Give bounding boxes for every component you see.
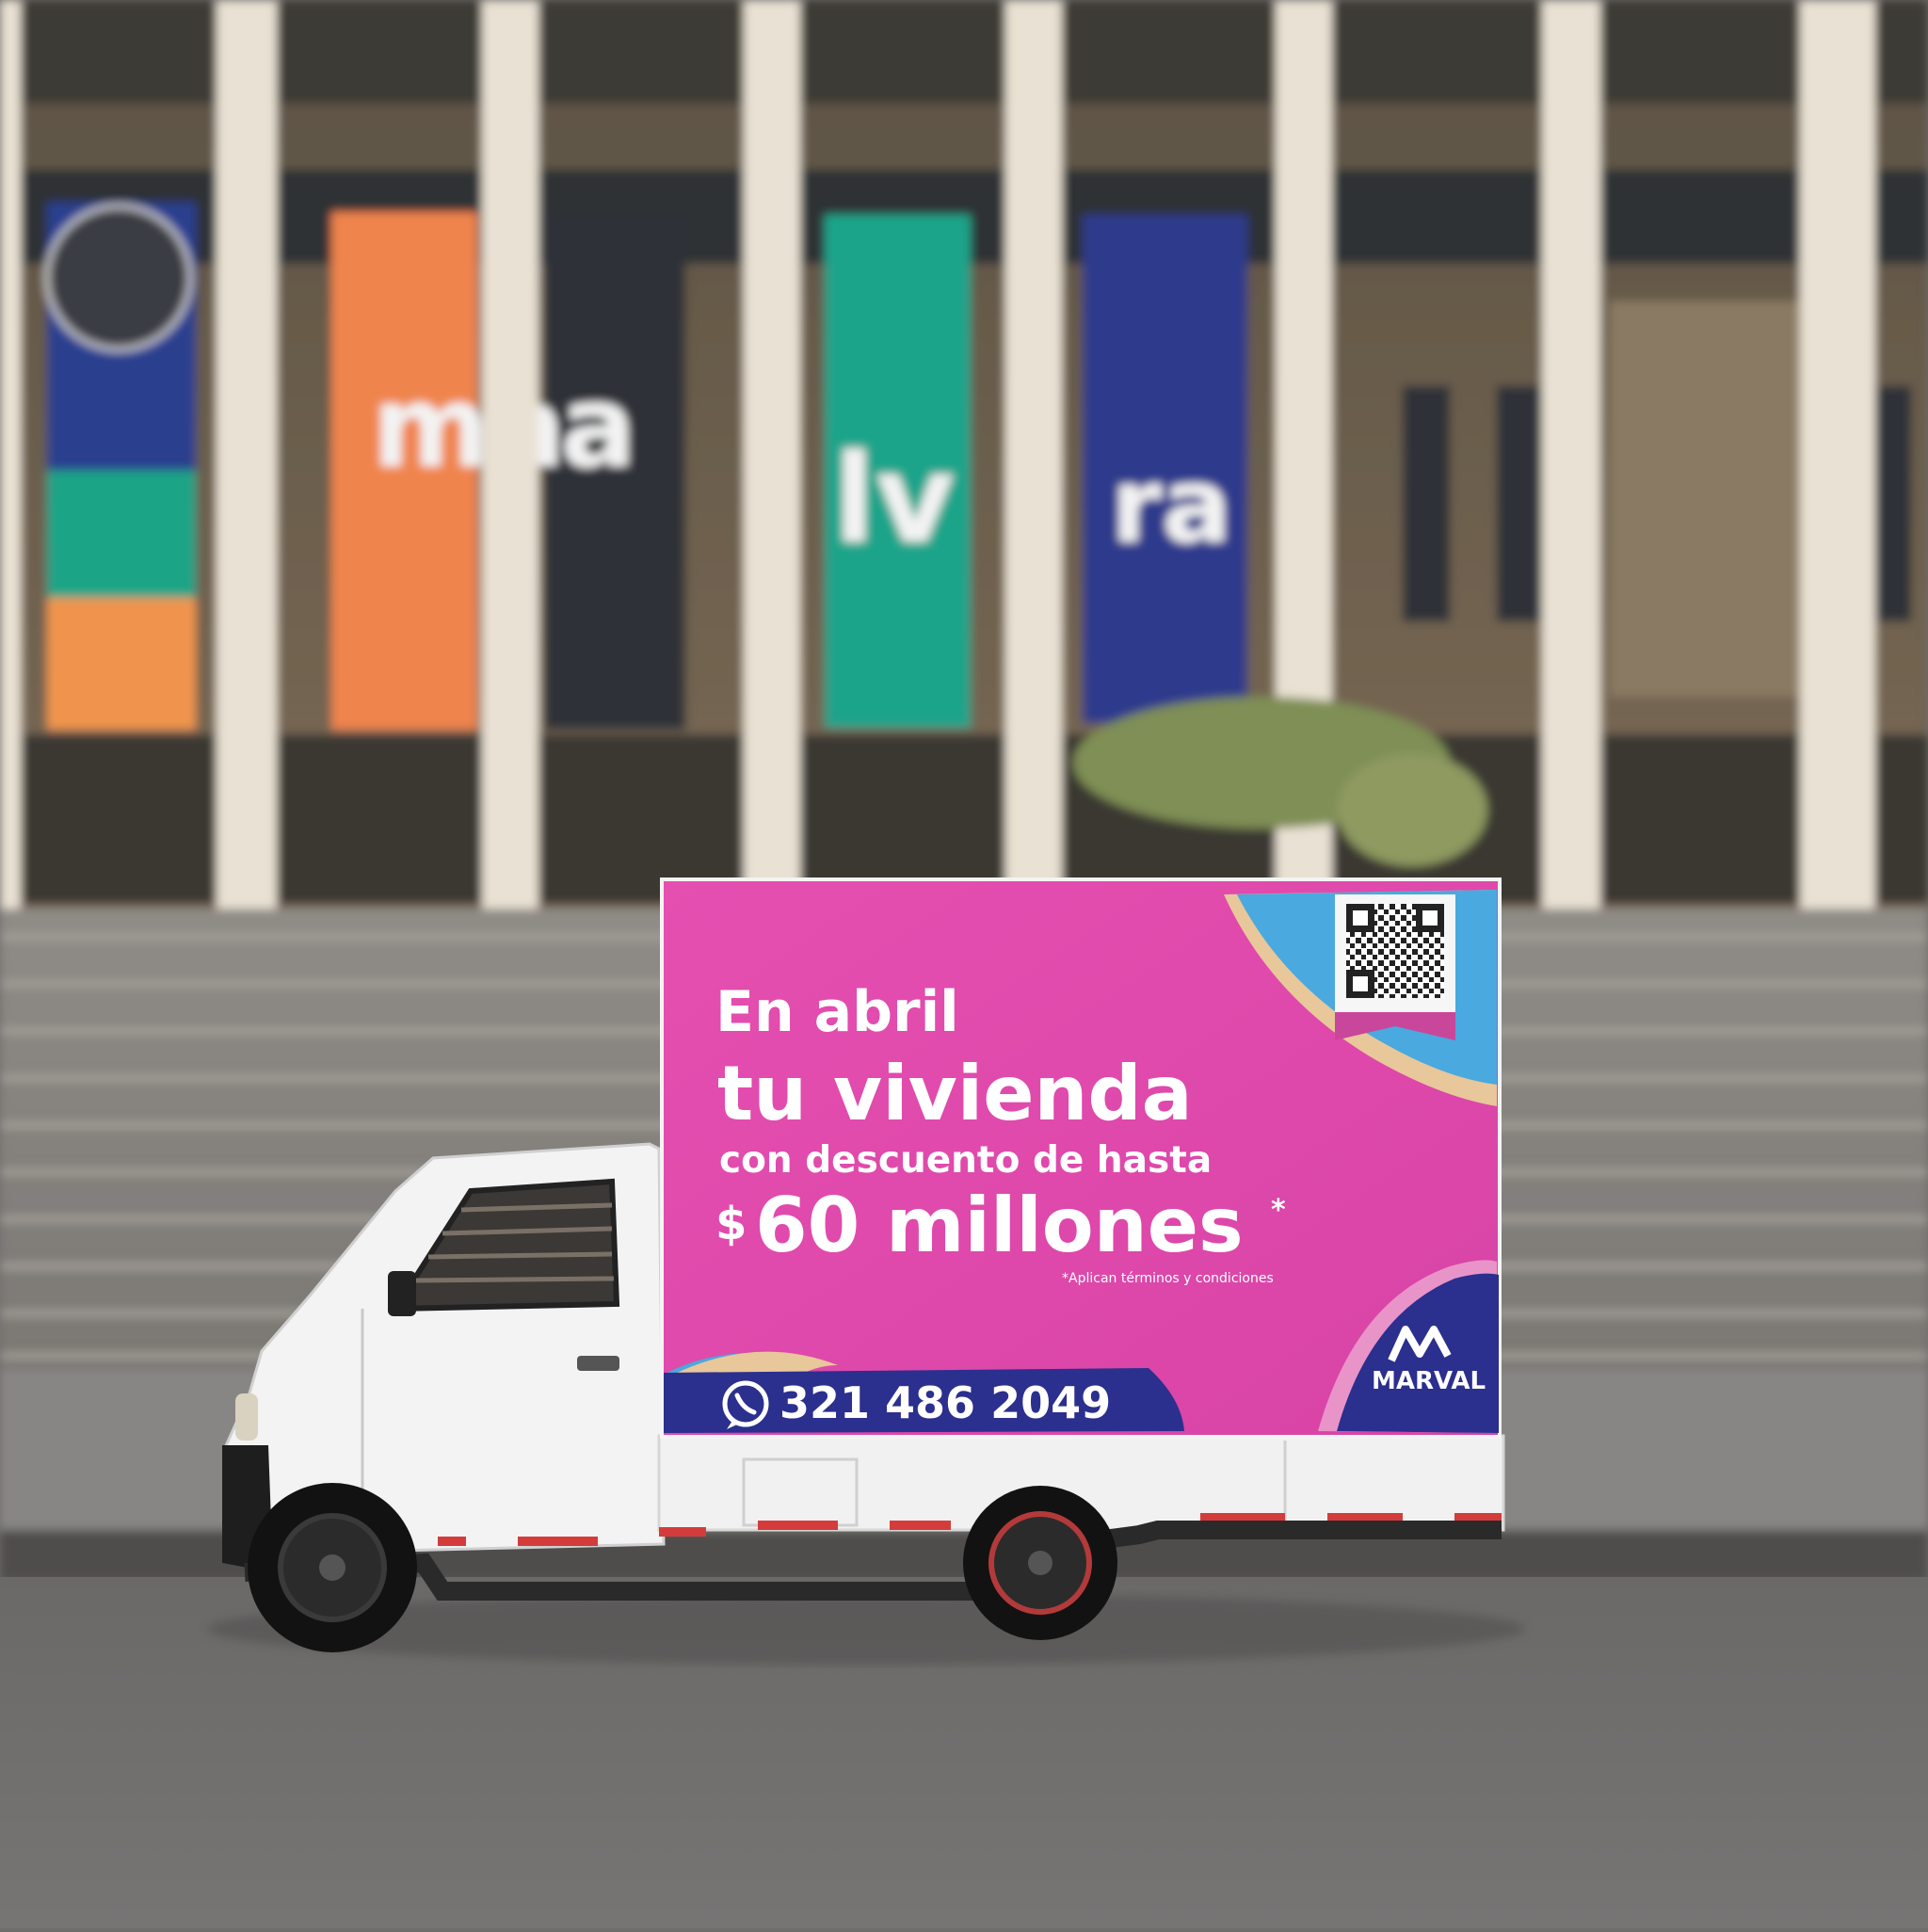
photo-svg: ma a lv ra <box>0 0 1928 1928</box>
brand-name: MARVAL <box>1372 1367 1486 1395</box>
billboard-line3: con descuento de hasta <box>719 1139 1213 1182</box>
photo-scene: ma a lv ra En abril tu vivienda con desc… <box>0 0 1928 1928</box>
billboard-line4: 60 millones <box>755 1182 1244 1269</box>
billboard-line2: tu vivienda <box>717 1050 1193 1137</box>
disclaimer: *Aplican términos y condiciones <box>1062 1271 1274 1286</box>
front-wheel <box>248 1483 417 1652</box>
billboard-line1: En abril <box>715 979 959 1045</box>
svg-text:lv: lv <box>833 427 955 571</box>
svg-text:ra: ra <box>1111 445 1231 566</box>
svg-text:a: a <box>560 362 636 493</box>
phone-number: 321 486 2049 <box>779 1377 1112 1428</box>
asterisk: * <box>1271 1194 1286 1227</box>
price-symbol: $ <box>715 1198 747 1250</box>
rear-wheel <box>963 1486 1117 1640</box>
